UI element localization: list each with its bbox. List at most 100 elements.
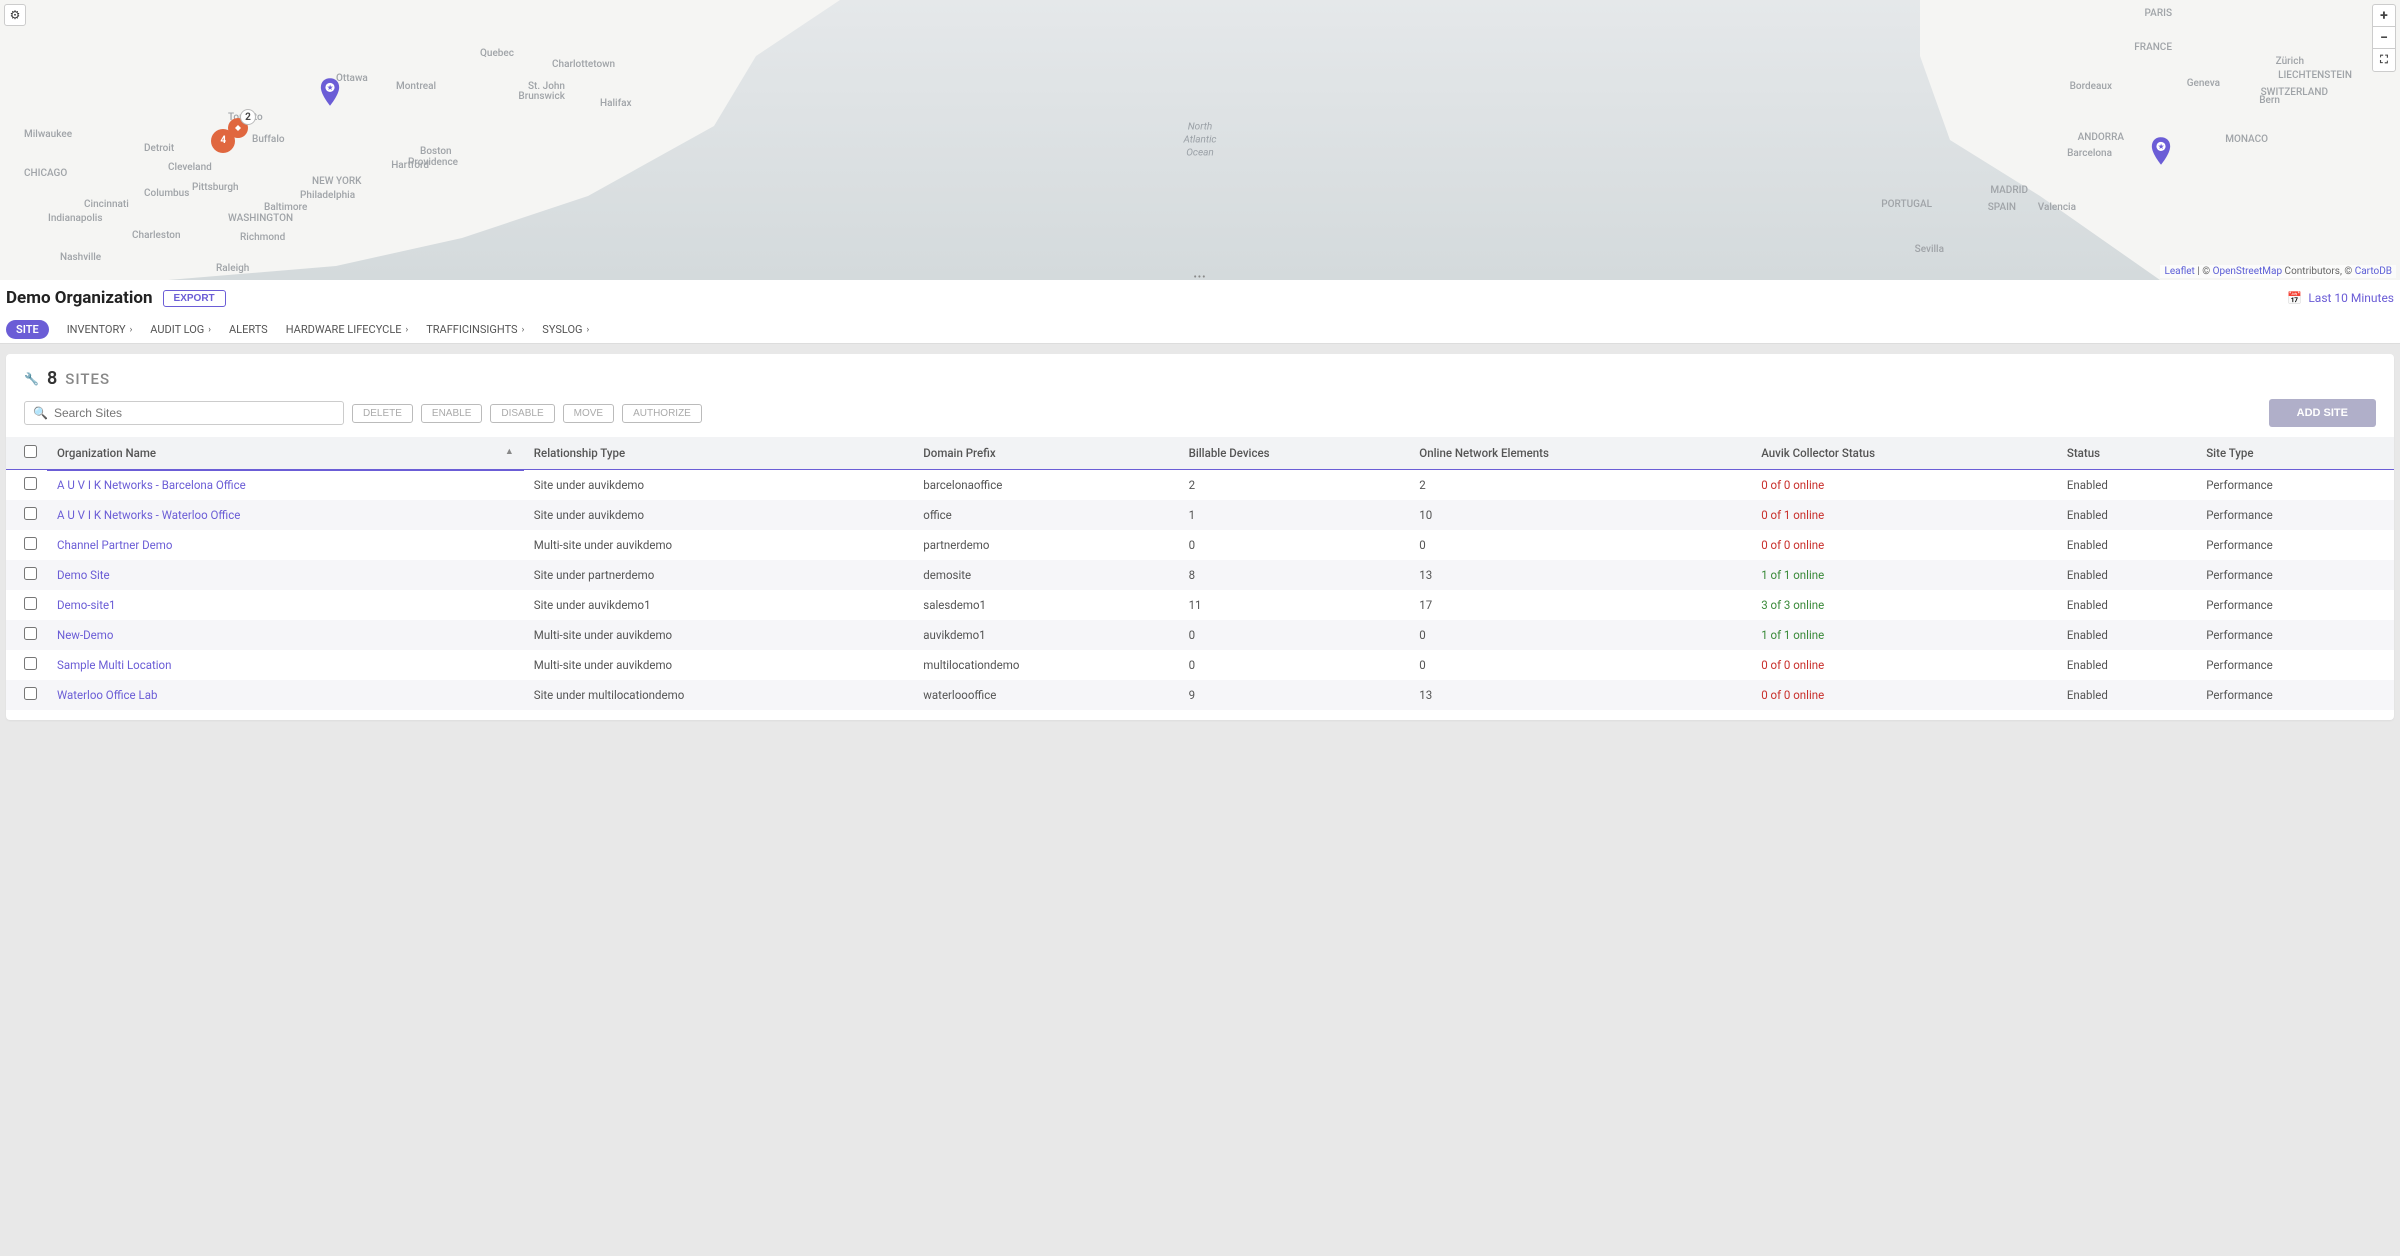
time-range-selector[interactable]: 📅 Last 10 Minutes bbox=[2287, 291, 2394, 305]
cell-status: Enabled bbox=[2057, 620, 2196, 650]
svg-text:★: ★ bbox=[327, 84, 334, 93]
delete-button[interactable]: DELETE bbox=[352, 404, 413, 423]
enable-button[interactable]: ENABLE bbox=[421, 404, 482, 423]
map-label-portugal: PORTUGAL bbox=[1881, 199, 1932, 210]
osm-link[interactable]: OpenStreetMap bbox=[2213, 266, 2283, 277]
cell-type: Performance bbox=[2196, 530, 2394, 560]
tab-hardware-lifecycle[interactable]: HARDWARE LIFECYCLE› bbox=[286, 323, 408, 336]
map-label-indianapolis: Indianapolis bbox=[48, 213, 102, 224]
col-organization-name[interactable]: Organization Name▲ bbox=[47, 437, 524, 470]
tab-alerts[interactable]: ALERTS bbox=[229, 323, 268, 336]
page-title: Demo Organization bbox=[6, 288, 153, 308]
map-label-france: FRANCE bbox=[2134, 42, 2172, 53]
row-checkbox[interactable] bbox=[24, 477, 37, 490]
tab-syslog[interactable]: SYSLOG› bbox=[542, 323, 589, 336]
cell-relationship: Site under multilocationdemo bbox=[524, 680, 913, 710]
map-pin-ontario[interactable]: ★ bbox=[319, 78, 341, 106]
cell-type: Performance bbox=[2196, 620, 2394, 650]
map[interactable]: CHICAGO Detroit Cleveland Indianapolis C… bbox=[0, 0, 2400, 280]
map-cluster-orange-2[interactable]: 4 bbox=[211, 129, 235, 153]
leaflet-link[interactable]: Leaflet bbox=[2164, 266, 2194, 277]
org-name-link[interactable]: Demo-site1 bbox=[57, 598, 116, 612]
zoom-in-button[interactable]: + bbox=[2373, 5, 2395, 27]
row-checkbox[interactable] bbox=[24, 567, 37, 580]
chevron-right-icon: › bbox=[587, 325, 590, 335]
map-label-philadelphia: Philadelphia bbox=[300, 190, 355, 201]
org-name-link[interactable]: Channel Partner Demo bbox=[57, 538, 172, 552]
org-name-link[interactable]: A U V I K Networks - Barcelona Office bbox=[57, 478, 246, 492]
select-all-checkbox[interactable] bbox=[24, 445, 37, 458]
cell-collector: 1 of 1 online bbox=[1751, 560, 2057, 590]
map-label-richmond: Richmond bbox=[240, 232, 285, 243]
map-label-bern: Bern bbox=[2259, 95, 2280, 106]
row-checkbox[interactable] bbox=[24, 687, 37, 700]
map-label-zurich: Zürich bbox=[2276, 56, 2304, 67]
map-label-nashville: Nashville bbox=[60, 252, 101, 263]
cell-domain: auvikdemo1 bbox=[913, 620, 1178, 650]
tab-audit-log[interactable]: AUDIT LOG› bbox=[150, 323, 211, 336]
cell-status: Enabled bbox=[2057, 530, 2196, 560]
cell-type: Performance bbox=[2196, 500, 2394, 530]
cell-domain: barcelonaoffice bbox=[913, 470, 1178, 501]
tab-traffic-insights[interactable]: TRAFFICINSIGHTS› bbox=[426, 323, 524, 336]
map-settings-button[interactable]: ⚙ bbox=[4, 4, 26, 26]
add-site-button[interactable]: ADD SITE bbox=[2269, 399, 2376, 427]
col-relationship-type[interactable]: Relationship Type bbox=[524, 437, 913, 470]
tab-site[interactable]: SITE bbox=[6, 320, 49, 339]
map-label-montreal: Montreal bbox=[396, 81, 436, 92]
cell-relationship: Site under auvikdemo bbox=[524, 470, 913, 501]
zoom-out-button[interactable]: − bbox=[2373, 27, 2395, 49]
carto-link[interactable]: CartoDB bbox=[2355, 266, 2392, 277]
cell-collector: 0 of 0 online bbox=[1751, 530, 2057, 560]
chevron-right-icon: › bbox=[208, 325, 211, 335]
authorize-button[interactable]: AUTHORIZE bbox=[622, 404, 702, 423]
search-input[interactable] bbox=[54, 406, 335, 420]
cell-online: 10 bbox=[1409, 500, 1751, 530]
cell-online: 13 bbox=[1409, 560, 1751, 590]
col-billable-devices[interactable]: Billable Devices bbox=[1179, 437, 1410, 470]
search-icon: 🔍 bbox=[33, 406, 48, 420]
map-pin-barcelona[interactable]: ★ bbox=[2150, 137, 2172, 165]
map-label-bordeaux: Bordeaux bbox=[2070, 81, 2112, 92]
org-name-link[interactable]: Demo Site bbox=[57, 568, 110, 582]
page-header: Demo Organization EXPORT 📅 Last 10 Minut… bbox=[0, 280, 2400, 316]
map-label-chicago: CHICAGO bbox=[24, 168, 67, 179]
map-label-raleigh: Raleigh bbox=[216, 263, 249, 274]
search-box: 🔍 bbox=[24, 401, 344, 425]
fullscreen-button[interactable]: ⛶ bbox=[2373, 49, 2395, 71]
org-name-link[interactable]: A U V I K Networks - Waterloo Office bbox=[57, 508, 240, 522]
col-collector-status[interactable]: Auvik Collector Status bbox=[1751, 437, 2057, 470]
col-status[interactable]: Status bbox=[2057, 437, 2196, 470]
row-checkbox[interactable] bbox=[24, 507, 37, 520]
disable-button[interactable]: DISABLE bbox=[490, 404, 554, 423]
org-name-link[interactable]: New-Demo bbox=[57, 628, 113, 642]
move-button[interactable]: MOVE bbox=[563, 404, 614, 423]
cell-type: Performance bbox=[2196, 680, 2394, 710]
col-online-elements[interactable]: Online Network Elements bbox=[1409, 437, 1751, 470]
row-checkbox[interactable] bbox=[24, 537, 37, 550]
org-name-link[interactable]: Sample Multi Location bbox=[57, 658, 171, 672]
calendar-icon: 📅 bbox=[2287, 291, 2302, 305]
map-resize-handle[interactable]: ••• bbox=[1193, 272, 1206, 280]
cell-online: 0 bbox=[1409, 530, 1751, 560]
map-label-detroit: Detroit bbox=[144, 143, 174, 154]
cell-collector: 0 of 1 online bbox=[1751, 500, 2057, 530]
map-label-charlottetown: Charlottetown bbox=[552, 59, 615, 70]
row-checkbox[interactable] bbox=[24, 657, 37, 670]
cell-status: Enabled bbox=[2057, 590, 2196, 620]
cell-collector: 1 of 1 online bbox=[1751, 620, 2057, 650]
org-name-link[interactable]: Waterloo Office Lab bbox=[57, 688, 157, 702]
col-site-type[interactable]: Site Type bbox=[2196, 437, 2394, 470]
cell-online: 17 bbox=[1409, 590, 1751, 620]
map-label-geneva: Geneva bbox=[2187, 78, 2220, 89]
cell-billable: 9 bbox=[1179, 680, 1410, 710]
col-domain-prefix[interactable]: Domain Prefix bbox=[913, 437, 1178, 470]
tab-inventory[interactable]: INVENTORY› bbox=[67, 323, 133, 336]
chevron-right-icon: › bbox=[522, 325, 525, 335]
map-label-nbrunswick: Brunswick bbox=[518, 91, 565, 102]
row-checkbox[interactable] bbox=[24, 597, 37, 610]
export-button[interactable]: EXPORT bbox=[163, 290, 226, 307]
row-checkbox[interactable] bbox=[24, 627, 37, 640]
table-row: A U V I K Networks - Barcelona Office Si… bbox=[6, 470, 2394, 501]
cell-collector: 0 of 0 online bbox=[1751, 680, 2057, 710]
